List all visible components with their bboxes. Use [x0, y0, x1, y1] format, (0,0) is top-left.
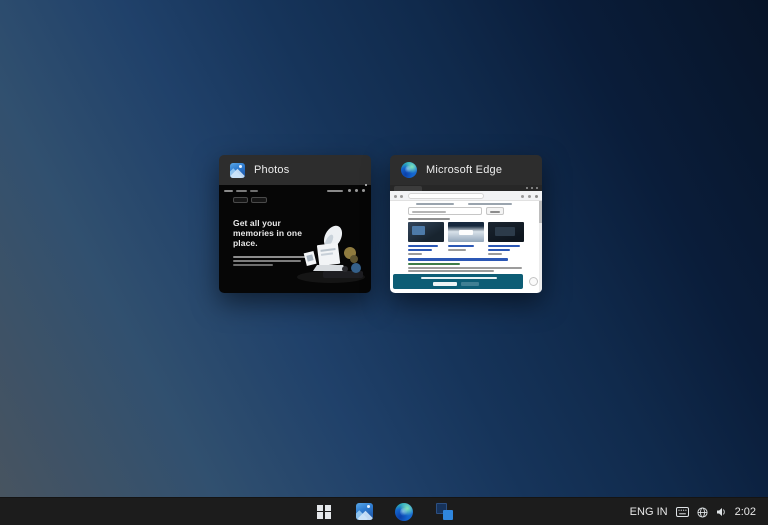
edge-feedback-button [529, 277, 538, 286]
desktop-wallpaper[interactable]: Photos Get all your memories in one plac… [0, 0, 768, 525]
edge-video-thumb [488, 222, 524, 242]
edge-section-heading [408, 218, 450, 220]
edge-video-thumb [448, 222, 484, 242]
edge-scrollbar-thumb [539, 201, 542, 223]
language-indicator[interactable]: ENG IN [630, 506, 668, 518]
task-view-button[interactable] [432, 500, 456, 524]
edge-banner-dismiss-button [461, 282, 479, 286]
edge-toolbar [390, 191, 542, 201]
edge-nav-links [416, 203, 454, 205]
photos-icon [356, 503, 373, 520]
photos-window-thumbnail: Get all your memories in one place. [219, 185, 371, 293]
edge-result-url [408, 263, 460, 265]
volume-icon[interactable] [716, 507, 727, 517]
edge-search-input [408, 207, 482, 215]
photos-menu-bar [224, 190, 233, 192]
photos-card-title: Photos [254, 164, 289, 176]
photos-filter-chip [251, 197, 267, 203]
task-view-icon [436, 503, 453, 520]
photos-filter-chip [233, 197, 248, 203]
taskbar: ENG IN [0, 497, 768, 525]
photos-icon [230, 163, 245, 178]
edge-card-header: Microsoft Edge [390, 155, 542, 185]
photos-toolbar-icons [327, 190, 343, 192]
system-tray: ENG IN [630, 498, 768, 525]
taskbar-edge-button[interactable] [392, 500, 416, 524]
edge-address-bar [408, 193, 484, 199]
start-button[interactable] [312, 500, 336, 524]
taskbar-photos-button[interactable] [352, 500, 376, 524]
edge-notification-banner [393, 274, 523, 289]
network-icon[interactable] [697, 507, 708, 518]
task-view-window-edge[interactable]: Microsoft Edge [390, 155, 542, 293]
start-icon [317, 505, 331, 519]
edge-icon [401, 162, 417, 178]
edge-search-button [486, 207, 504, 215]
edge-card-title: Microsoft Edge [426, 164, 502, 176]
edge-video-thumb [408, 222, 444, 242]
edge-icon [395, 503, 413, 521]
edge-banner-accept-button [433, 282, 457, 286]
task-view-window-photos[interactable]: Photos Get all your memories in one plac… [219, 155, 371, 293]
keyboard-icon[interactable] [676, 507, 689, 517]
photos-illustration [291, 225, 367, 285]
photos-card-header: Photos [219, 155, 371, 185]
edge-result-title [408, 258, 508, 261]
edge-window-thumbnail [390, 185, 542, 293]
clock[interactable]: 2:02 [735, 506, 756, 518]
